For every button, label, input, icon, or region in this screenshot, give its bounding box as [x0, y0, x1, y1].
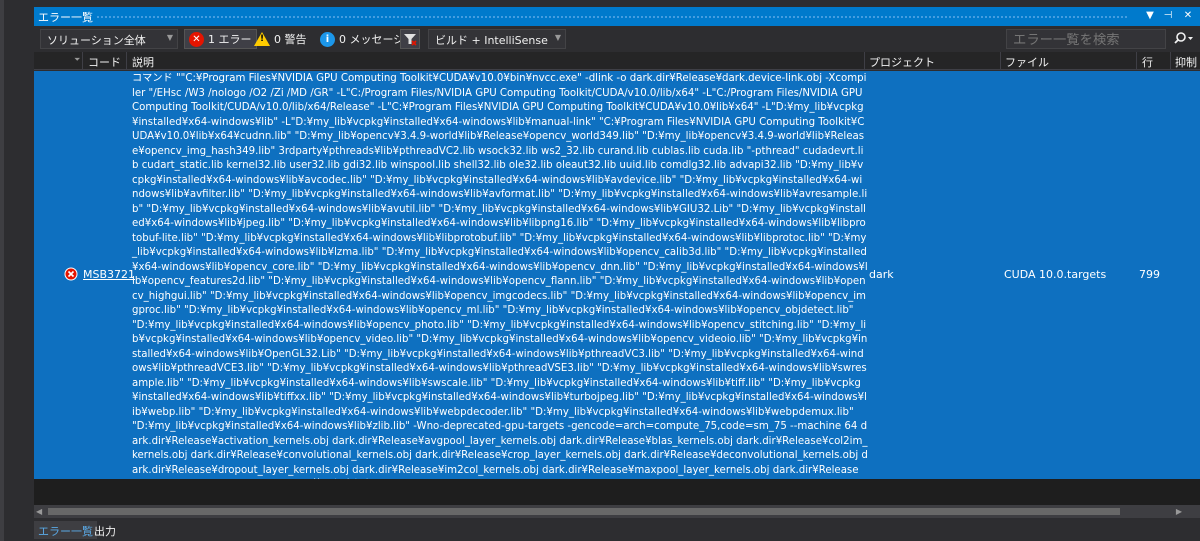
close-icon[interactable]: ✕ — [1180, 8, 1196, 24]
search-input[interactable] — [1006, 29, 1166, 49]
table-row[interactable]: MSB3721 コマンド ""C:¥Program Files¥NVIDIA G… — [34, 71, 1200, 490]
column-separator[interactable] — [126, 52, 127, 70]
chevron-down-icon: ▼ — [554, 33, 561, 42]
pin-icon[interactable]: ⊣ — [1160, 8, 1176, 24]
column-header-line[interactable]: 行 — [1142, 54, 1153, 70]
tab-output[interactable]: 出力 — [90, 521, 120, 539]
error-list-window: エラー一覧 ▼ ⊣ ✕ ソリューション全体 ▼ ✕ 1 エラー ! 0 警告 i… — [0, 0, 1200, 541]
column-separator[interactable] — [864, 52, 865, 70]
column-header: ⏷ コード 説明 プロジェクト ファイル 行 抑制 — [34, 52, 1200, 70]
warnings-filter-label: 0 警告 — [274, 33, 307, 46]
list-empty-area — [34, 479, 1200, 505]
warning-triangle-icon: ! — [254, 32, 270, 46]
column-header-description[interactable]: 説明 — [132, 54, 154, 70]
window-title-bar[interactable]: エラー一覧 ▼ ⊣ ✕ — [34, 7, 1200, 26]
filter-icon — [404, 34, 417, 46]
warnings-filter-button[interactable]: ! 0 警告 — [250, 29, 311, 49]
error-file: CUDA 10.0.targets — [1004, 268, 1107, 281]
column-header-suppression[interactable]: 抑制 — [1175, 54, 1197, 70]
scrollbar-thumb[interactable] — [48, 508, 1120, 515]
column-header-project[interactable]: プロジェクト — [869, 54, 935, 70]
title-bar-grip — [96, 15, 1128, 19]
window-menu-chevron-icon[interactable]: ▼ — [1142, 8, 1158, 24]
column-separator[interactable] — [1000, 52, 1001, 70]
column-separator[interactable] — [1170, 52, 1171, 70]
build-filter-dropdown[interactable]: ビルド + IntelliSense ▼ — [428, 29, 566, 49]
messages-filter-label: 0 メッセージ — [339, 33, 405, 46]
build-filter-value: ビルド + IntelliSense — [435, 34, 548, 47]
column-separator[interactable] — [82, 52, 83, 70]
left-edge-panel — [0, 0, 34, 541]
error-description: コマンド ""C:¥Program Files¥NVIDIA GPU Compu… — [132, 73, 868, 490]
chevron-down-icon: ▼ — [166, 33, 173, 42]
scroll-left-icon[interactable]: ◀ — [36, 507, 42, 516]
left-edge-border — [0, 0, 4, 541]
error-circle-icon — [64, 267, 78, 281]
errors-filter-button[interactable]: ✕ 1 エラー — [184, 29, 257, 49]
search-icon[interactable] — [1174, 31, 1194, 47]
scroll-right-icon[interactable]: ▶ — [1176, 507, 1182, 516]
column-header-code[interactable]: コード — [88, 54, 121, 70]
messages-filter-button[interactable]: i 0 メッセージ — [316, 29, 408, 49]
filter-toggle-button[interactable] — [400, 29, 420, 49]
tab-error-list[interactable]: エラー一覧 — [34, 521, 97, 539]
info-circle-icon: i — [320, 31, 335, 47]
sort-indicator-icon: ⏷ — [74, 55, 81, 64]
bottom-tab-bar: エラー一覧 出力 — [34, 519, 1200, 541]
errors-filter-label: 1 エラー — [208, 33, 252, 46]
horizontal-scrollbar[interactable]: ◀ ▶ — [34, 505, 1200, 518]
window-title: エラー一覧 — [38, 11, 93, 24]
error-project: dark — [869, 268, 894, 281]
scope-dropdown[interactable]: ソリューション全体 ▼ — [40, 29, 178, 49]
error-list-toolbar: ソリューション全体 ▼ ✕ 1 エラー ! 0 警告 i 0 メッセージ ビルド… — [34, 27, 1200, 51]
scope-dropdown-value: ソリューション全体 — [47, 34, 146, 47]
error-line: 799 — [1139, 268, 1160, 281]
column-separator[interactable] — [1136, 52, 1137, 70]
column-header-file[interactable]: ファイル — [1005, 54, 1049, 70]
error-code-link[interactable]: MSB3721 — [83, 268, 135, 281]
error-circle-icon: ✕ — [189, 31, 204, 47]
